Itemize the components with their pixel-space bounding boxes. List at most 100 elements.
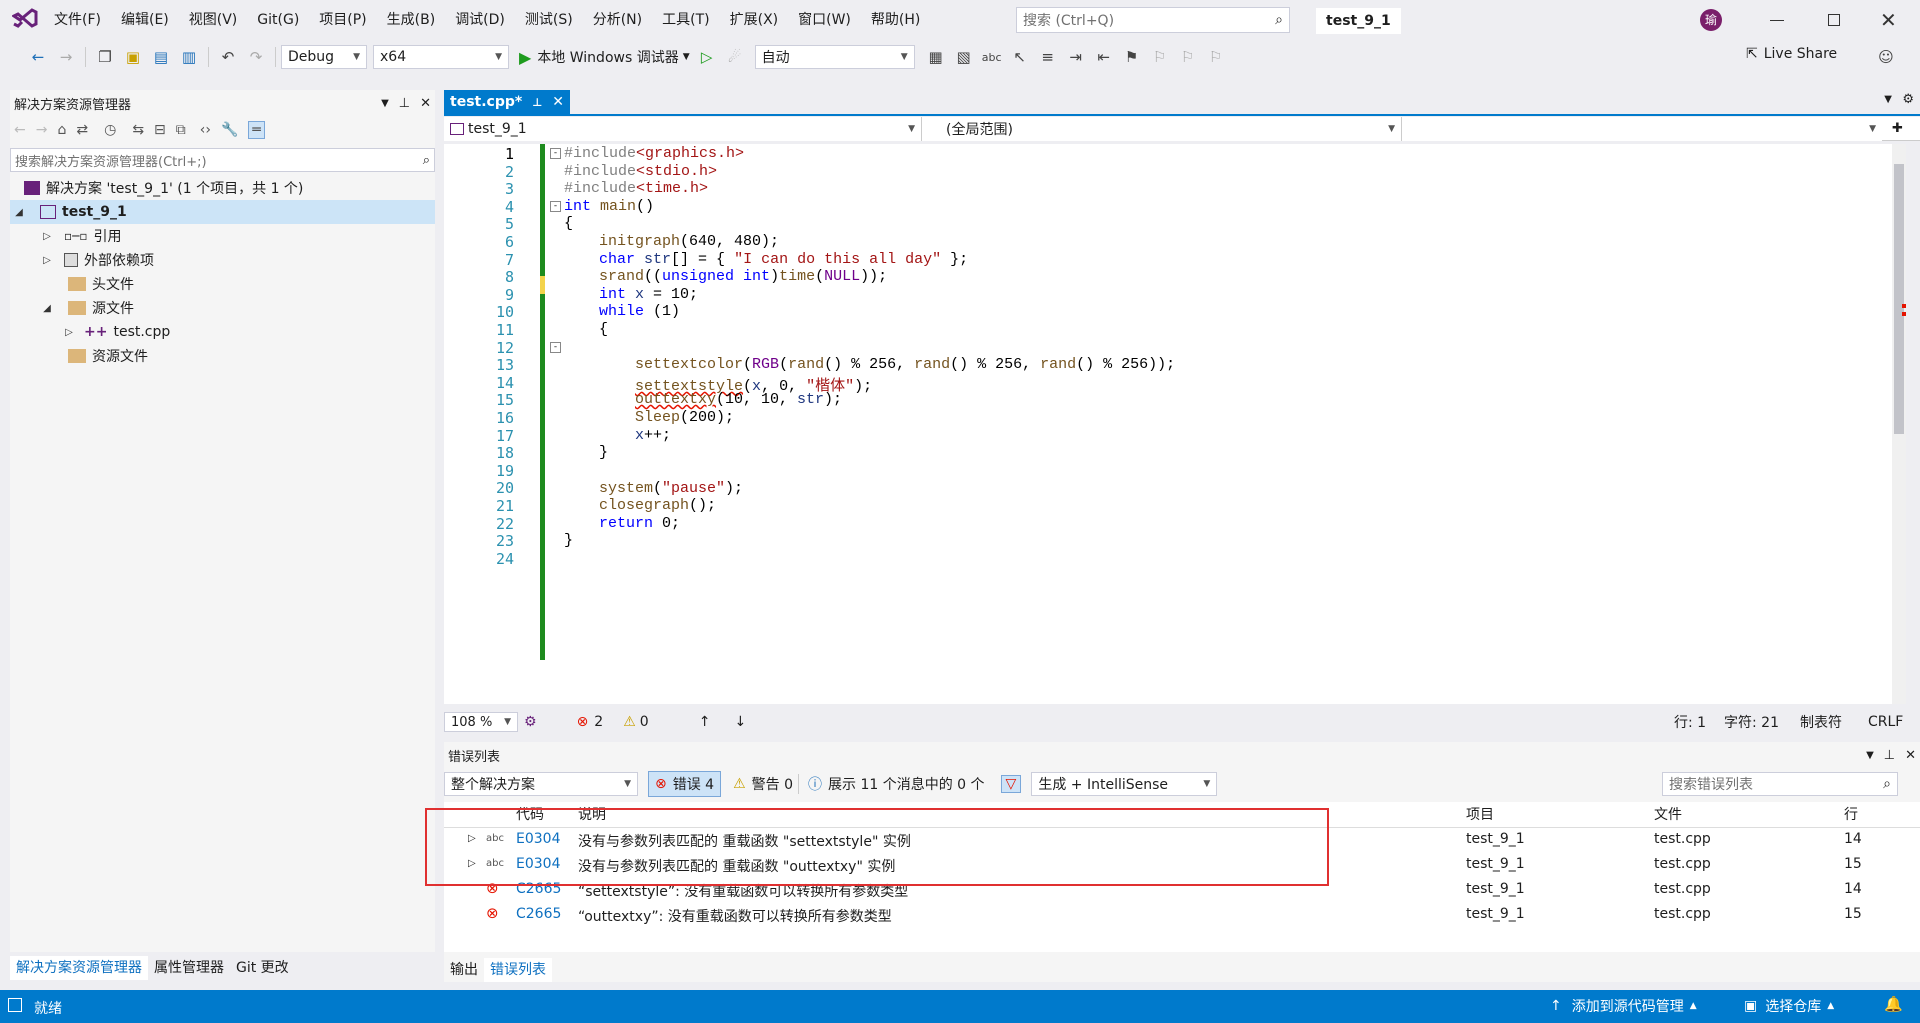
- tree-external-deps[interactable]: ▷ 外部依赖项: [10, 248, 435, 272]
- pin-icon[interactable]: ⊥: [1884, 748, 1895, 763]
- col-project[interactable]: 项目: [1466, 802, 1494, 828]
- spellcheck-icon[interactable]: abc: [981, 46, 1003, 68]
- errors-filter-button[interactable]: ⊗ 错误 4: [648, 771, 722, 797]
- dropdown-icon[interactable]: ▼: [381, 98, 389, 109]
- platform-select[interactable]: x64 ▼: [373, 45, 509, 69]
- menu-view[interactable]: 视图(V): [179, 0, 248, 40]
- menu-help[interactable]: 帮助(H): [861, 0, 930, 40]
- editor-tab[interactable]: test.cpp* ⊥ ✕: [444, 90, 570, 114]
- nav-scope-select[interactable]: (全局范围) ▼: [922, 116, 1402, 141]
- browse-icon[interactable]: ▦: [925, 46, 947, 68]
- tree-sources[interactable]: ◢ 源文件: [10, 296, 435, 320]
- open-folder-icon[interactable]: ▣: [122, 46, 144, 68]
- nav-member-select[interactable]: ▼: [1402, 116, 1882, 141]
- error-code-link[interactable]: C2665: [516, 906, 561, 922]
- global-search-input[interactable]: 搜索 (Ctrl+Q): [1023, 10, 1114, 30]
- vertical-scrollbar[interactable]: [1892, 144, 1906, 704]
- expand-icon[interactable]: ▷: [40, 231, 54, 242]
- start-without-debug-icon[interactable]: ▷: [696, 46, 718, 68]
- avatar[interactable]: 瑜: [1700, 9, 1722, 31]
- live-share-button[interactable]: ⇱ Live Share: [1746, 46, 1837, 62]
- config-select[interactable]: Debug ▼: [281, 45, 367, 69]
- tree-resources[interactable]: 资源文件: [10, 344, 435, 368]
- warnings-filter-button[interactable]: ⚠ 警告 0: [733, 774, 793, 794]
- switch-views-icon[interactable]: ⇄: [76, 122, 88, 138]
- close-panel-icon[interactable]: ✕: [1905, 748, 1916, 763]
- error-count[interactable]: 2: [594, 714, 603, 730]
- tree-solution[interactable]: 解决方案 'test_9_1' (1 个项目，共 1 个): [10, 176, 435, 200]
- menu-git[interactable]: Git(G): [247, 0, 309, 40]
- col-line[interactable]: 行: [1844, 802, 1858, 828]
- intellicode-icon[interactable]: ⚙: [524, 714, 537, 730]
- back-icon[interactable]: ←: [27, 46, 49, 68]
- redo-icon[interactable]: ↷: [245, 46, 267, 68]
- scrollbar-thumb[interactable]: [1894, 164, 1904, 434]
- up-arrow-icon[interactable]: ↑: [699, 714, 711, 730]
- down-arrow-icon[interactable]: ↓: [734, 714, 746, 730]
- restore-icon[interactable]: [1828, 14, 1840, 26]
- col-file[interactable]: 文件: [1654, 802, 1682, 828]
- fold-toggle[interactable]: -: [550, 342, 561, 353]
- status-eol[interactable]: CRLF: [1868, 714, 1903, 730]
- close-panel-icon[interactable]: ✕: [420, 96, 431, 111]
- settings-gear-icon[interactable]: ⚙: [1902, 92, 1914, 107]
- close-tab-icon[interactable]: ✕: [552, 94, 564, 110]
- select-repo-button[interactable]: ▣ 选择仓库 ▲: [1744, 996, 1834, 1016]
- tree-file[interactable]: ▷ ++ test.cpp: [10, 320, 435, 344]
- bookmark-next-icon[interactable]: ⚐: [1177, 46, 1199, 68]
- menu-analyze[interactable]: 分析(N): [583, 0, 652, 40]
- nav-project-select[interactable]: test_9_1 ▼: [444, 116, 922, 141]
- menu-debug[interactable]: 调试(D): [445, 0, 515, 40]
- global-search[interactable]: 搜索 (Ctrl+Q) ⌕: [1016, 7, 1290, 33]
- layout-icon[interactable]: ▧: [953, 46, 975, 68]
- scope-select[interactable]: 整个解决方案 ▼: [444, 772, 638, 796]
- pin-icon[interactable]: ⊥: [532, 96, 542, 109]
- split-icon[interactable]: ✚: [1892, 121, 1903, 136]
- menu-test[interactable]: 测试(S): [515, 0, 583, 40]
- menu-build[interactable]: 生成(B): [377, 0, 446, 40]
- build-filter-select[interactable]: 生成 + IntelliSense ▼: [1031, 772, 1218, 796]
- comment-icon[interactable]: ≡: [1037, 46, 1059, 68]
- status-line[interactable]: 行: 1: [1674, 712, 1706, 732]
- menu-project[interactable]: 项目(P): [309, 0, 376, 40]
- history-icon[interactable]: ◷: [104, 122, 116, 138]
- tab-error-list[interactable]: 错误列表: [484, 958, 552, 982]
- show-all-icon[interactable]: ⧉: [176, 122, 186, 138]
- menu-window[interactable]: 窗口(W): [788, 0, 861, 40]
- menu-edit[interactable]: 编辑(E): [111, 0, 179, 40]
- tree-headers[interactable]: 头文件: [10, 272, 435, 296]
- hot-reload-icon[interactable]: ☄: [724, 46, 746, 68]
- minimize-icon[interactable]: [1770, 20, 1784, 21]
- tab-git-changes[interactable]: Git 更改: [230, 956, 295, 980]
- tree-project[interactable]: ◢ test_9_1: [10, 200, 435, 224]
- new-project-icon[interactable]: ❐: [94, 46, 116, 68]
- forward-icon[interactable]: →: [55, 46, 77, 68]
- pin-icon[interactable]: ⊥: [399, 96, 410, 111]
- status-col[interactable]: 字符: 21: [1724, 712, 1779, 732]
- solution-search[interactable]: 搜索解决方案资源管理器(Ctrl+;) ⌕: [10, 148, 435, 172]
- bookmark-clear-icon[interactable]: ⚐: [1205, 46, 1227, 68]
- menu-extensions[interactable]: 扩展(X): [720, 0, 789, 40]
- tab-overflow-icon[interactable]: ▼: [1884, 94, 1892, 105]
- properties-icon[interactable]: 🔧: [221, 122, 238, 138]
- expand-icon[interactable]: ▷: [62, 327, 76, 338]
- view-code-icon[interactable]: ‹›: [200, 122, 211, 138]
- warning-count[interactable]: 0: [640, 714, 649, 730]
- expand-icon[interactable]: ◢: [40, 303, 54, 314]
- sync-icon[interactable]: ⇆: [132, 122, 144, 138]
- cursor-icon[interactable]: ↖: [1009, 46, 1031, 68]
- feedback-icon[interactable]: ☺: [1875, 46, 1897, 68]
- auto-select[interactable]: 自动 ▼: [754, 45, 915, 69]
- home-icon[interactable]: ⌂: [57, 122, 66, 138]
- messages-filter-button[interactable]: ⓘ 展示 11 个消息中的 0 个: [808, 774, 985, 794]
- dropdown-icon[interactable]: ▼: [1866, 750, 1874, 761]
- add-source-control-button[interactable]: ↑ 添加到源代码管理 ▲: [1550, 996, 1697, 1016]
- error-search-input[interactable]: 搜索错误列表: [1669, 774, 1753, 794]
- tree-references[interactable]: ▷ ▫─▫ 引用: [10, 224, 435, 248]
- undo-icon[interactable]: ↶: [217, 46, 239, 68]
- zoom-select[interactable]: 108 % ▼: [444, 712, 518, 732]
- bookmark-icon[interactable]: ⚑: [1121, 46, 1143, 68]
- forward-icon[interactable]: →: [36, 122, 48, 138]
- run-debugger-button[interactable]: ▶ 本地 Windows 调试器 ▼: [519, 47, 690, 67]
- filter-icon[interactable]: ▽: [1000, 775, 1022, 793]
